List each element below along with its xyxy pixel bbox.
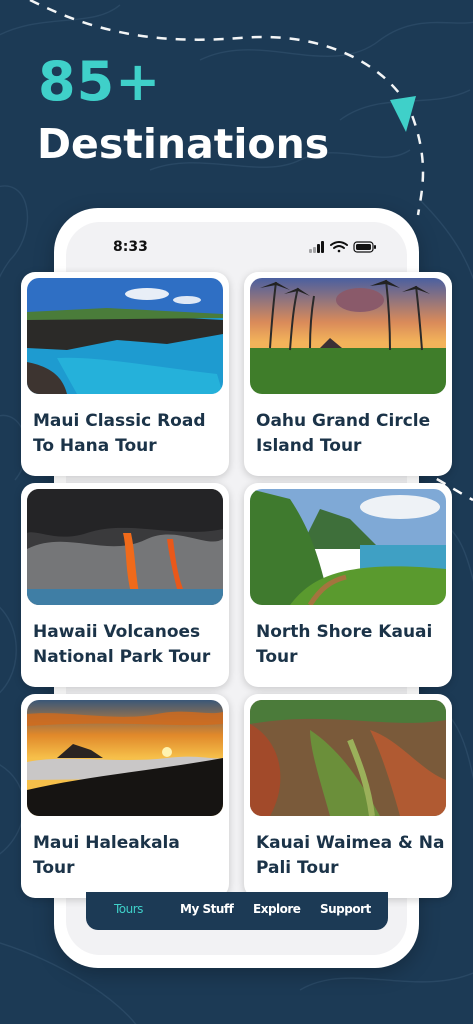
- tour-card-oahu-grand-circle[interactable]: Oahu Grand Circle Island Tour: [244, 272, 452, 476]
- tab-my-stuff[interactable]: My Stuff: [180, 902, 234, 916]
- tour-title: Hawaii Volcanoes National Park Tour: [33, 622, 211, 667]
- tab-tours[interactable]: Tours: [114, 902, 143, 916]
- tour-card-north-shore-kauai[interactable]: North Shore Kauai Tour: [244, 483, 452, 687]
- arrow-head-icon: [390, 96, 416, 132]
- tour-title: North Shore Kauai Tour: [256, 622, 433, 667]
- wifi-icon: [330, 241, 348, 253]
- ocean-lava-coast-photo: [27, 278, 223, 394]
- palm-sunset-photo: [250, 278, 446, 394]
- tour-title: Kauai Waimea & Na Pali Tour: [256, 833, 445, 878]
- status-time: 8:33: [113, 239, 148, 255]
- sunrise-above-clouds-photo: [27, 700, 223, 816]
- tour-card-kauai-waimea-na-pali[interactable]: Kauai Waimea & Na Pali Tour: [244, 694, 452, 898]
- canyon-photo: [250, 700, 446, 816]
- status-icons: [309, 241, 376, 253]
- tab-explore[interactable]: Explore: [253, 902, 301, 916]
- tour-card-maui-road-to-hana[interactable]: Maui Classic Road To Hana Tour: [21, 272, 229, 476]
- tour-title: Maui Haleakala Tour: [33, 833, 180, 878]
- signal-icon: [309, 241, 324, 253]
- lava-flow-photo: [27, 489, 223, 605]
- tour-card-hawaii-volcanoes[interactable]: Hawaii Volcanoes National Park Tour: [21, 483, 229, 687]
- tab-support[interactable]: Support: [320, 902, 371, 916]
- bottom-tab-bar: Tours My Stuff Explore Support: [86, 892, 388, 930]
- tour-title: Maui Classic Road To Hana Tour: [33, 411, 206, 456]
- hero-title: Destinations: [37, 120, 330, 168]
- tour-title: Oahu Grand Circle Island Tour: [256, 411, 431, 456]
- green-cliffs-trail-photo: [250, 489, 446, 605]
- battery-icon: [353, 241, 376, 253]
- destination-count: 85+: [38, 50, 162, 113]
- tour-card-maui-haleakala[interactable]: Maui Haleakala Tour: [21, 694, 229, 898]
